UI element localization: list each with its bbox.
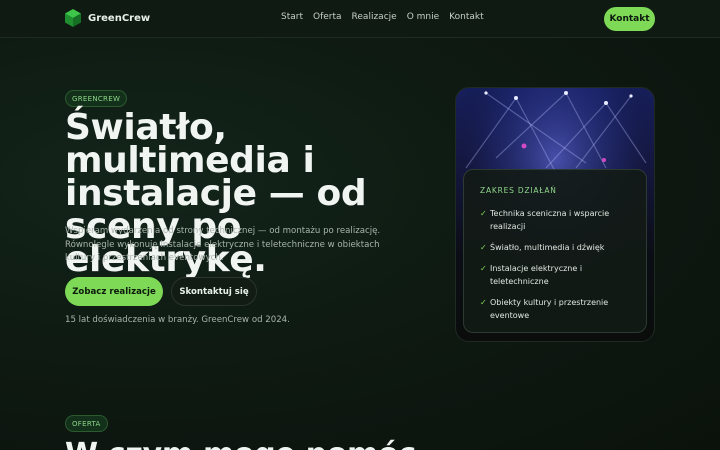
check-icon: ✓ <box>480 243 487 252</box>
experience-note: 15 lat doświadczenia w branży. GreenCrew… <box>65 315 290 325</box>
nav-link-oferta[interactable]: Oferta <box>313 12 342 22</box>
hero-eyebrow-badge: GREENCREW <box>65 90 128 107</box>
main-nav: Start Oferta Realizacje O mnie Kontakt <box>281 12 484 22</box>
check-icon: ✓ <box>480 264 487 273</box>
scope-card: ZAKRES DZIAŁAŃ ✓ Technika sceniczna i wsp… <box>463 169 647 333</box>
scope-title: ZAKRES DZIAŁAŃ <box>480 186 557 195</box>
scope-item-label: Obiekty kultury i przestrzenie eventowe <box>490 298 609 320</box>
scope-item-label: Technika sceniczna i wsparcie realizacji <box>490 209 610 231</box>
check-icon: ✓ <box>480 209 487 218</box>
scope-item: ✓ Obiekty kultury i przestrzenie eventowe <box>480 296 640 322</box>
nav-link-realizacje[interactable]: Realizacje <box>352 12 397 22</box>
scope-item-label: Instalacje elektryczne i teletechniczne <box>490 264 583 286</box>
site-header: GreenCrew Start Oferta Realizacje O mnie… <box>0 0 720 38</box>
hero-description: Wspieram wydarzenia od strony techniczne… <box>65 226 381 263</box>
nav-link-o-mnie[interactable]: O mnie <box>407 12 439 22</box>
scope-item-label: Światło, multimedia i dźwięk <box>490 243 605 252</box>
offer-section-title: W czym mogę pomóc <box>65 437 416 450</box>
offer-eyebrow-badge: OFERTA <box>65 415 108 432</box>
see-projects-button[interactable]: Zobacz realizacje <box>65 277 163 306</box>
header-contact-button[interactable]: Kontakt <box>604 7 655 31</box>
nav-link-kontakt[interactable]: Kontakt <box>449 12 483 22</box>
scope-item: ✓ Światło, multimedia i dźwięk <box>480 241 640 254</box>
check-icon: ✓ <box>480 298 487 307</box>
scope-item: ✓ Technika sceniczna i wsparcie realizacj… <box>480 207 640 233</box>
brand-logo[interactable]: GreenCrew <box>65 9 150 27</box>
brand-name: GreenCrew <box>88 12 151 24</box>
cube-logo-icon <box>65 9 81 27</box>
nav-link-start[interactable]: Start <box>281 12 303 22</box>
scope-item: ✓ Instalacje elektryczne i teletechniczne <box>480 262 640 288</box>
scope-list: ✓ Technika sceniczna i wsparcie realizacj… <box>480 207 640 330</box>
contact-me-button[interactable]: Skontaktuj się <box>171 277 257 306</box>
